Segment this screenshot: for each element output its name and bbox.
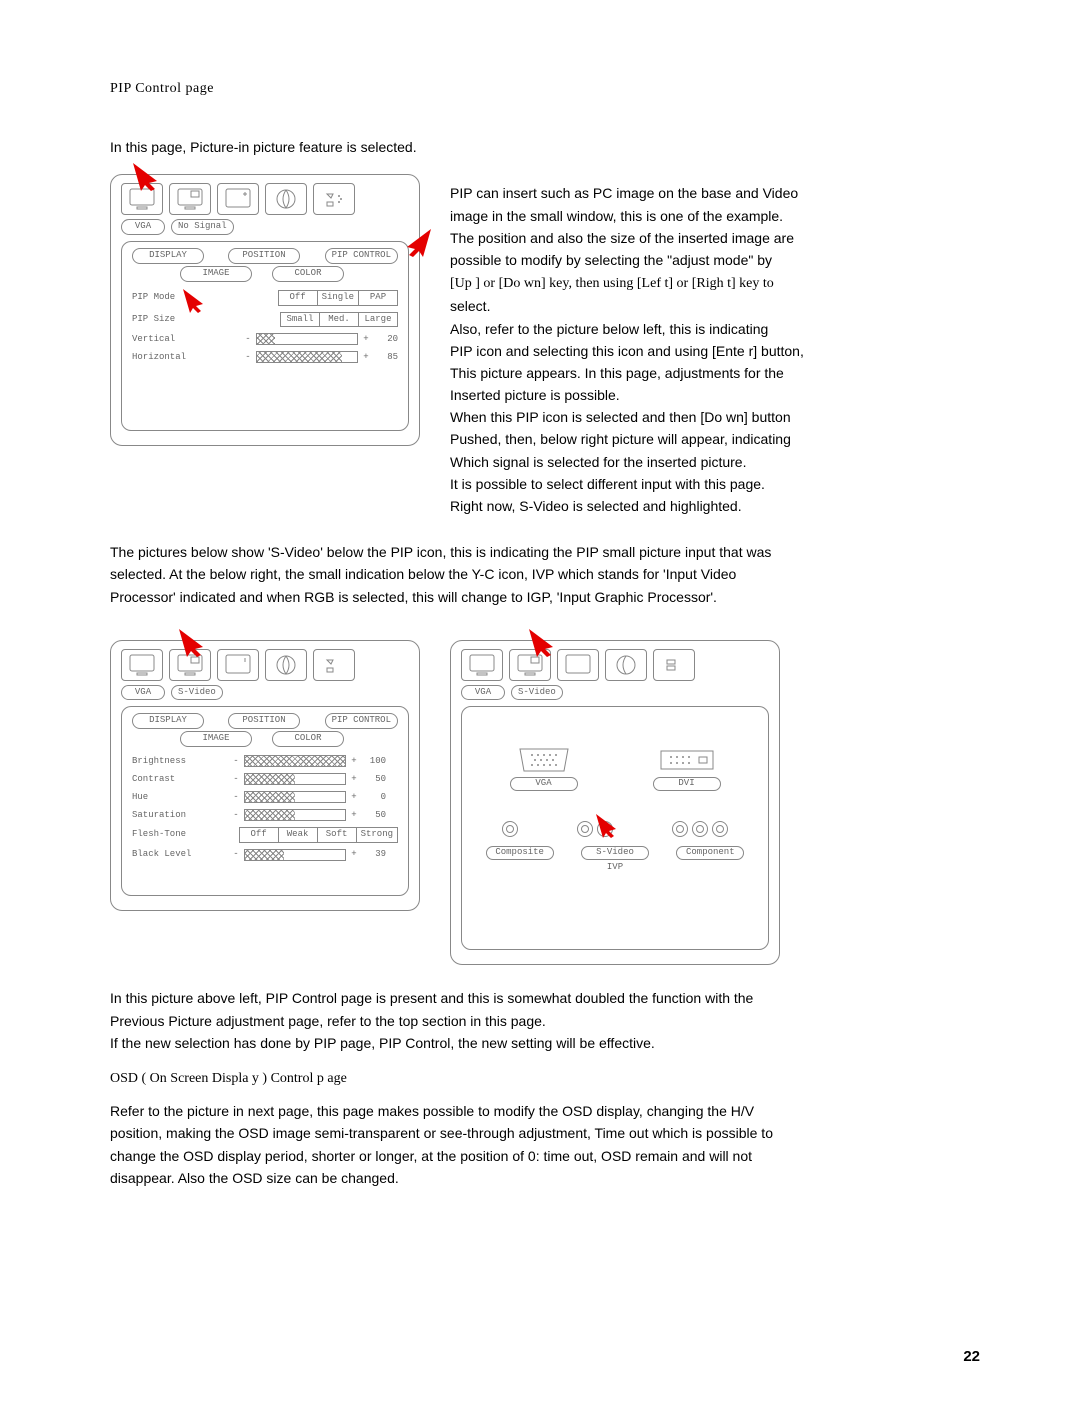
brightness-slider[interactable]: -+100: [232, 755, 386, 767]
hue-slider[interactable]: -+0: [232, 791, 386, 803]
saturation-value: 50: [362, 810, 386, 822]
red-arrow-icon: [401, 227, 435, 257]
dvi-port-icon[interactable]: [657, 747, 717, 773]
brightness-label: Brightness: [132, 756, 232, 768]
page-number: 22: [110, 1347, 980, 1367]
osd-panel-image-adjust: VGA S-Video DISPLAY POSITION PIP CONTROL…: [110, 640, 420, 912]
settings-icon[interactable]: [653, 649, 695, 681]
pip-mode-single[interactable]: Single: [317, 290, 359, 306]
saturation-slider[interactable]: -+50: [232, 809, 386, 821]
dvi-input-label[interactable]: DVI: [653, 777, 721, 791]
tab-color[interactable]: COLOR: [272, 266, 344, 282]
intro-text: In this page, Picture-in picture feature…: [110, 138, 980, 156]
position-icon[interactable]: [217, 183, 259, 215]
pip-mode-options[interactable]: Off Single PAP: [278, 290, 398, 306]
pip-size-large[interactable]: Large: [358, 312, 398, 328]
globe-icon[interactable]: [265, 649, 307, 681]
flesh-tone-label: Flesh-Tone: [132, 829, 232, 841]
osd-section-title: OSD ( On Screen Displa y ) Control p age: [110, 1070, 980, 1088]
vga-input-label[interactable]: VGA: [510, 777, 578, 791]
tab-position[interactable]: POSITION: [228, 713, 300, 729]
source-main-label: VGA: [121, 685, 165, 701]
red-arrow-icon: [129, 161, 163, 191]
tab-color[interactable]: COLOR: [272, 731, 344, 747]
pip-size-med[interactable]: Med.: [319, 312, 359, 328]
tab-display[interactable]: DISPLAY: [132, 248, 204, 264]
flesh-tone-off[interactable]: Off: [239, 827, 279, 843]
black-level-slider[interactable]: -+39: [232, 849, 386, 861]
component-input-label[interactable]: Component: [676, 846, 744, 860]
brightness-value: 100: [362, 756, 386, 768]
pip-mode-off[interactable]: Off: [278, 290, 318, 306]
main-source-icon[interactable]: [461, 649, 503, 681]
source-main-label: VGA: [121, 219, 165, 235]
tab-pip-control[interactable]: PIP CONTROL: [325, 248, 398, 264]
pip-size-options[interactable]: Small Med. Large: [280, 312, 398, 328]
composite-input-label[interactable]: Composite: [486, 846, 554, 860]
osd-paragraph: Refer to the picture in next page, this …: [110, 1102, 980, 1187]
flesh-tone-weak[interactable]: Weak: [278, 827, 318, 843]
mid-paragraph: The pictures below show 'S-Video' below …: [110, 543, 980, 606]
source-pip-label: S-Video: [171, 685, 223, 701]
osd-panel-pip-control: VGA No Signal DISPLAY POSITION PIP CONTR…: [110, 174, 420, 446]
tab-position[interactable]: POSITION: [228, 248, 300, 264]
settings-icon[interactable]: [313, 183, 355, 215]
contrast-value: 50: [362, 774, 386, 786]
pip-size-small[interactable]: Small: [280, 312, 320, 328]
ivp-indicator: IVP: [472, 862, 758, 874]
bottom-paragraph: In this picture above left, PIP Control …: [110, 989, 980, 1052]
svideo-input-label[interactable]: S-Video: [581, 846, 649, 860]
osd-panel-input-select: VGA S-Video VGA DVI Composite S-Video Co…: [450, 640, 780, 966]
position-icon[interactable]: [217, 649, 259, 681]
hue-value: 0: [362, 792, 386, 804]
red-arrow-icon: [592, 812, 622, 838]
hue-label: Hue: [132, 792, 232, 804]
settings-icon[interactable]: [313, 649, 355, 681]
pip-explanation-text: PIP can insert such as PC image on the b…: [450, 174, 980, 519]
tab-pip-control[interactable]: PIP CONTROL: [325, 713, 398, 729]
tab-image[interactable]: IMAGE: [180, 731, 252, 747]
black-level-label: Black Level: [132, 849, 232, 861]
horizontal-value: 85: [374, 352, 398, 364]
vertical-label: Vertical: [132, 334, 232, 346]
flesh-tone-soft[interactable]: Soft: [317, 827, 357, 843]
page-title: PIP Control page: [110, 80, 980, 98]
contrast-slider[interactable]: -+50: [232, 773, 386, 785]
vga-port-icon[interactable]: [514, 747, 574, 773]
flesh-tone-strong[interactable]: Strong: [356, 827, 398, 843]
main-source-icon[interactable]: [121, 649, 163, 681]
contrast-label: Contrast: [132, 774, 232, 786]
source-main-label: VGA: [461, 685, 505, 701]
saturation-label: Saturation: [132, 810, 232, 822]
tab-display[interactable]: DISPLAY: [132, 713, 204, 729]
tab-image[interactable]: IMAGE: [180, 266, 252, 282]
red-arrow-icon: [175, 627, 209, 657]
vertical-slider[interactable]: - + 20: [244, 333, 398, 345]
source-pip-label: No Signal: [171, 219, 234, 235]
horizontal-slider[interactable]: - + 85: [244, 351, 398, 363]
globe-icon[interactable]: [605, 649, 647, 681]
red-arrow-icon: [179, 287, 209, 313]
pip-source-icon[interactable]: [169, 183, 211, 215]
pip-mode-pap[interactable]: PAP: [358, 290, 398, 306]
composite-jack-icon[interactable]: [500, 821, 520, 842]
flesh-tone-options[interactable]: Off Weak Soft Strong: [239, 827, 398, 843]
pip-size-label: PIP Size: [132, 314, 232, 326]
component-jack-icon[interactable]: [670, 821, 730, 842]
globe-icon[interactable]: [265, 183, 307, 215]
source-pip-label: S-Video: [511, 685, 563, 701]
vertical-value: 20: [374, 334, 398, 346]
black-level-value: 39: [362, 849, 386, 861]
position-icon[interactable]: [557, 649, 599, 681]
horizontal-label: Horizontal: [132, 352, 232, 364]
red-arrow-icon: [525, 627, 559, 657]
